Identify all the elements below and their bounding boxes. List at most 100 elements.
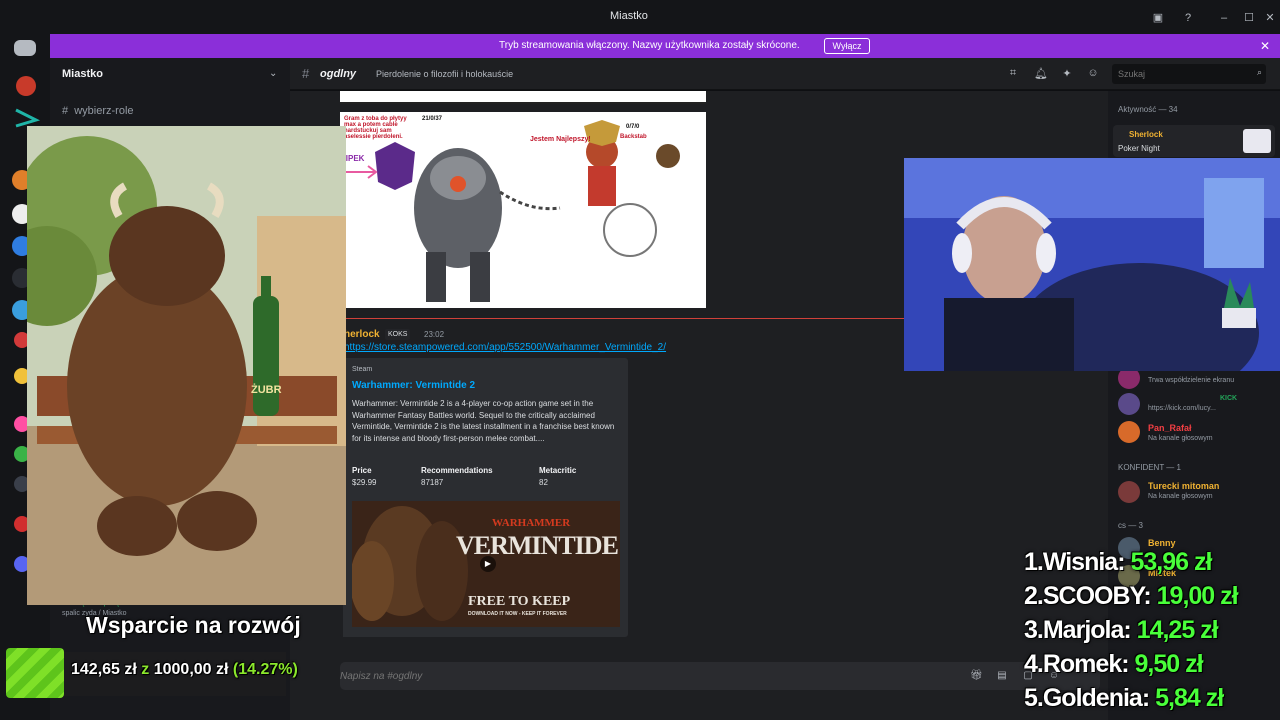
leaderboard-name: SCOOBY: [1042,582,1152,610]
message-author[interactable]: herlock [344,329,380,340]
embed-field-value: $29.99 [352,478,377,487]
avatar[interactable] [1118,481,1140,503]
beer-label: ŻUBR [251,384,282,396]
golem-figure [414,148,502,302]
leaderboard-row: 1.Wisnia: 53,96 zł [1024,548,1280,582]
leaderboard-name: Romek: [1042,650,1130,678]
desktop-root: { "window": { "title": "Miastko", "minim… [0,0,1280,720]
embed-field: Price $29.99 [352,466,376,487]
embed-field-name: Metacritic [539,466,577,475]
bison-illustration [27,126,346,605]
previous-image-attachment[interactable] [340,91,706,104]
leaderboard-rank: 3. [1024,616,1044,644]
member-status: https://kick.com/lucy... [1148,405,1216,412]
help-icon[interactable]: ? [1182,12,1194,24]
bronze-crest-icon [656,144,680,168]
member-name[interactable]: Benny [1148,538,1176,548]
gift-icon[interactable]: 🎁︎ [970,670,983,682]
member-name[interactable]: Turecki mitoman [1148,481,1219,491]
leaderboard-rank: 5. [1024,684,1044,712]
kick-tag: KICK [1220,395,1238,402]
search-input[interactable] [1118,67,1248,81]
window-title: Miastko [610,10,648,22]
message-timestamp: 23:02 [424,330,445,339]
leaderboard-rank: 1. [1024,548,1044,576]
leaderboard-name: Goldenia: [1042,684,1150,712]
embed-field-name: Price [352,466,372,475]
channel-hash-icon: # [302,66,310,81]
donation-goal-text: 142,65 zł z 1000,00 zł (14.27%) [71,661,298,679]
window-titlebar: Miastko ▣ ? – ☐ ✕ [0,0,1280,34]
avatar [1118,393,1140,415]
search-icon: ⌕ [1256,67,1262,77]
activity-card[interactable]: Sherlock Poker Night [1113,125,1275,157]
activity-user: Sherlock [1129,130,1163,139]
minimize-button[interactable]: – [1218,12,1230,24]
server-icon[interactable] [15,108,41,128]
avatar[interactable] [1118,421,1140,443]
banner-close-button[interactable]: ✕ [1260,39,1270,53]
channel-label: wybierz-role [74,105,134,117]
channel-title: ogdlny [320,68,357,80]
meme-label: Backstab [620,134,647,140]
inbox-icon[interactable]: ▣ [1152,12,1164,24]
leaderboard-amount: 53,96 zł [1130,548,1212,576]
embed-field-value: 82 [539,478,548,487]
meme-illustration [344,120,680,302]
channel-item-wybierz-role[interactable]: # wybierz-role [62,105,134,117]
donation-leaderboard: 1.Wisnia: 53,96 zł 2.SCOOBY: 19,00 zł 3.… [1024,548,1280,718]
member-status: Na kanale głosowym [1148,493,1213,500]
streamer-mode-message: Tryb streamowania włączony. Nazwy użytko… [499,40,800,51]
server-icon[interactable] [16,76,36,96]
member-name[interactable]: Pan_Rafał [1148,423,1192,433]
embed-field-value: 87187 [421,478,444,487]
meme-score: 0/7/0 [626,124,640,130]
search-box[interactable]: ⌕ [1112,64,1266,84]
webcam-overlay [904,158,1280,371]
members-icon[interactable]: ☺ [1086,67,1100,81]
pin-icon[interactable]: ✦ [1060,67,1074,81]
leaderboard-row: 5.Goldenia: 5,84 zł [1024,684,1280,718]
thumb-brand: WARHAMMER [492,517,571,529]
section-header: Aktywność — 34 [1118,105,1178,114]
leaderboard-amount: 5,84 zł [1155,684,1224,712]
leaderboard-amount: 19,00 zł [1156,582,1239,610]
discord-home-icon[interactable] [14,40,36,56]
leaderboard-name: Marjola: [1042,616,1132,644]
server-name[interactable]: Miastko [62,68,103,80]
message-link[interactable]: https://store.steampowered.com/app/55250… [344,342,666,353]
embed-description: Warhammer: Vermintide 2 is a 4-player co… [352,399,615,443]
disable-streamer-mode-button[interactable]: Wyłącz [824,38,870,54]
message-input[interactable] [340,669,940,683]
play-icon[interactable]: ▶ [480,556,496,572]
embed-title[interactable]: Warhammer: Vermintide 2 [352,380,475,391]
member-status: Trwa współdzielenie ekranu [1148,377,1235,384]
purple-crest-icon [375,142,415,190]
leaderboard-name: Wisnia: [1042,548,1126,576]
meme-image-attachment[interactable]: Gram z toba do płytyy max a potem cable … [340,112,706,308]
meme-caption: Gram z toba do płytyy max a potem cable … [344,116,407,140]
leaderboard-rank: 2. [1024,582,1044,610]
leaderboard-row: 4.Romek: 9,50 zł [1024,650,1280,684]
bell-icon[interactable]: 🔔︎ [1034,67,1048,81]
leaderboard-rank: 4. [1024,650,1044,678]
activity-game: Poker Night [1118,144,1160,153]
threads-icon[interactable]: ⌗ [1006,67,1020,81]
maximize-button[interactable]: ☐ [1243,12,1255,24]
embed-video-thumbnail[interactable]: WARHAMMER VERMINTIDE FREE TO KEEP DOWNLO… [352,501,620,627]
gif-icon[interactable]: ▤ [996,670,1008,682]
close-window-button[interactable]: ✕ [1264,12,1276,24]
channel-topic[interactable]: Pierdolenie o filozofii i holokauście [376,69,513,79]
goal-percent: (14.27%) [232,661,298,678]
link-embed: Steam Warhammer: Vermintide 2 Warhammer:… [340,358,628,637]
chevron-down-icon[interactable]: ⌄ [269,68,277,79]
thumb-subline: DOWNLOAD IT NOW - KEEP IT FOREVER [468,611,567,617]
embed-field: Metacritic 82 [539,466,576,487]
leaderboard-row: 3.Marjola: 14,25 zł [1024,616,1280,650]
webcam-feed [904,158,1280,371]
leaderboard-amount: 9,50 zł [1134,650,1204,678]
bison-image-overlay: ŻUBR [27,126,346,605]
thumb-title: VERMINTIDE [456,531,619,560]
role-badge: KOKS [385,329,411,340]
leaderboard-amount: 14,25 zł [1136,616,1219,644]
